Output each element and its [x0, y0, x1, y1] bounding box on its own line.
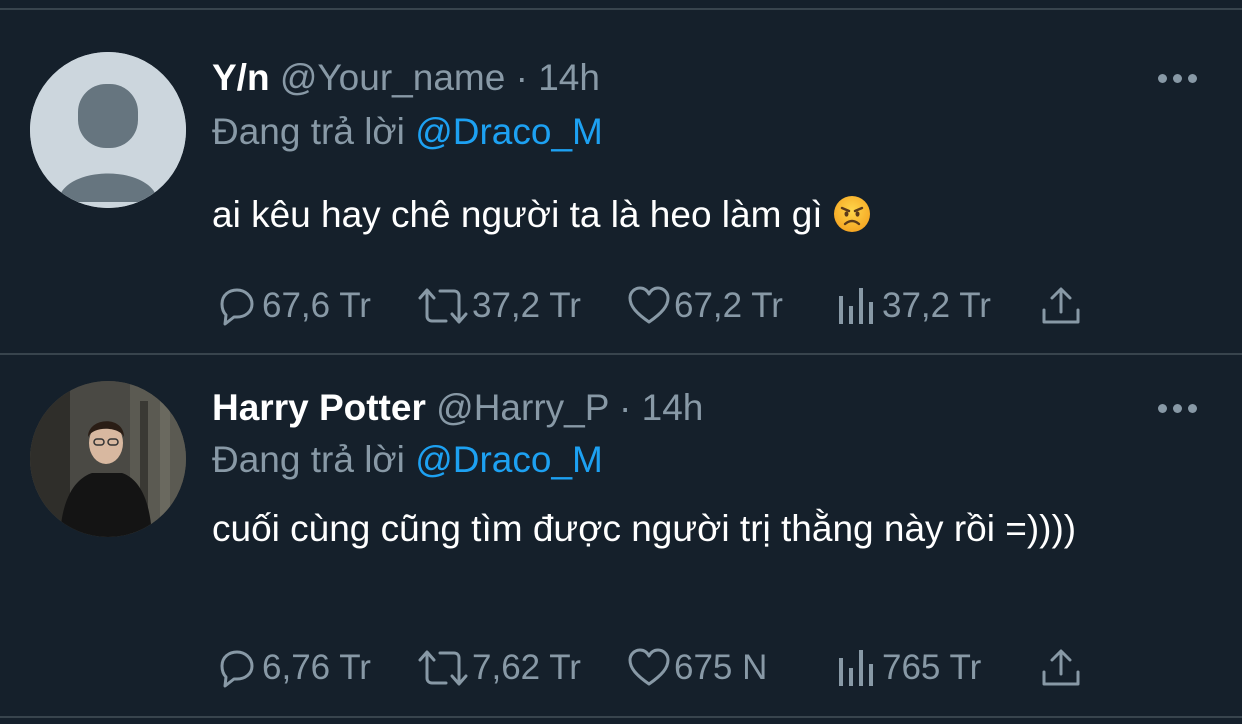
timestamp[interactable]: 14h	[538, 57, 600, 98]
tweet-text-content: cuối cùng cũng tìm được người trị thằng …	[212, 508, 1077, 549]
default-avatar-icon	[30, 52, 186, 208]
mention-link[interactable]: @Draco_M	[415, 111, 603, 152]
like-button[interactable]: 675 N	[626, 646, 767, 690]
views-button[interactable]: 37,2 Tr	[834, 284, 991, 328]
more-icon[interactable]	[1158, 72, 1198, 84]
analytics-icon	[839, 288, 873, 324]
harry-potter-photo-icon	[30, 381, 186, 537]
share-icon	[1042, 649, 1080, 686]
share-button[interactable]	[1038, 284, 1084, 328]
tweet-2[interactable]: Harry Potter @Harry_P · 14h Đang trả lời…	[0, 356, 1242, 716]
avatar[interactable]	[30, 52, 186, 208]
tweet-actions: 67,6 Tr 37,2 Tr 67,2 Tr 37,2 Tr	[212, 284, 1112, 328]
views-button[interactable]: 765 Tr	[834, 646, 981, 690]
reply-button[interactable]: 6,76 Tr	[214, 646, 371, 690]
user-handle[interactable]: @Harry_P	[436, 387, 609, 428]
replying-label: Đang trả lời	[212, 439, 405, 480]
tweet-divider	[0, 716, 1242, 718]
tweet-header: Harry Potter @Harry_P · 14h	[212, 386, 703, 430]
reply-count: 67,6 Tr	[262, 286, 371, 325]
retweet-icon	[418, 650, 468, 686]
reply-icon	[220, 288, 254, 326]
like-count: 67,2 Tr	[674, 286, 783, 325]
tweet-actions: 6,76 Tr 7,62 Tr 675 N 765 Tr	[212, 646, 1112, 690]
views-count: 37,2 Tr	[882, 286, 991, 325]
retweet-button[interactable]: 37,2 Tr	[416, 284, 581, 328]
more-icon[interactable]	[1158, 402, 1198, 414]
reply-icon	[220, 650, 254, 688]
display-name[interactable]: Y/n	[212, 57, 270, 98]
timestamp[interactable]: 14h	[642, 387, 704, 428]
share-button[interactable]	[1038, 646, 1084, 690]
like-count: 675 N	[674, 648, 768, 687]
angry-face-emoji-icon	[833, 196, 870, 232]
avatar[interactable]	[30, 381, 186, 537]
tweet-text: cuối cùng cũng tìm được người trị thằng …	[212, 506, 1192, 552]
tweet-text-content: ai kêu hay chê người ta là heo làm gì	[212, 194, 823, 235]
replying-to-line: Đang trả lời @Draco_M	[212, 438, 603, 482]
tweet-divider	[0, 353, 1242, 355]
heart-icon	[628, 286, 670, 324]
heart-icon	[628, 648, 670, 686]
reply-button[interactable]: 67,6 Tr	[214, 284, 371, 328]
share-icon	[1042, 287, 1080, 324]
views-count: 765 Tr	[882, 648, 982, 687]
replying-label: Đang trả lời	[212, 111, 405, 152]
reply-count: 6,76 Tr	[262, 648, 371, 687]
retweet-button[interactable]: 7,62 Tr	[416, 646, 581, 690]
tweet-header: Y/n @Your_name · 14h	[212, 56, 600, 100]
like-button[interactable]: 67,2 Tr	[626, 284, 783, 328]
retweet-count: 7,62 Tr	[472, 648, 581, 687]
analytics-icon	[839, 650, 873, 686]
user-handle[interactable]: @Your_name	[280, 57, 505, 98]
separator: ·	[515, 57, 528, 98]
mention-link[interactable]: @Draco_M	[415, 439, 603, 480]
separator: ·	[619, 387, 632, 428]
display-name[interactable]: Harry Potter	[212, 387, 426, 428]
replying-to-line: Đang trả lời @Draco_M	[212, 110, 603, 154]
tweet-1[interactable]: Y/n @Your_name · 14h Đang trả lời @Draco…	[0, 10, 1242, 354]
retweet-count: 37,2 Tr	[472, 286, 581, 325]
tweet-text: ai kêu hay chê người ta là heo làm gì	[212, 192, 1192, 238]
retweet-icon	[418, 288, 468, 324]
